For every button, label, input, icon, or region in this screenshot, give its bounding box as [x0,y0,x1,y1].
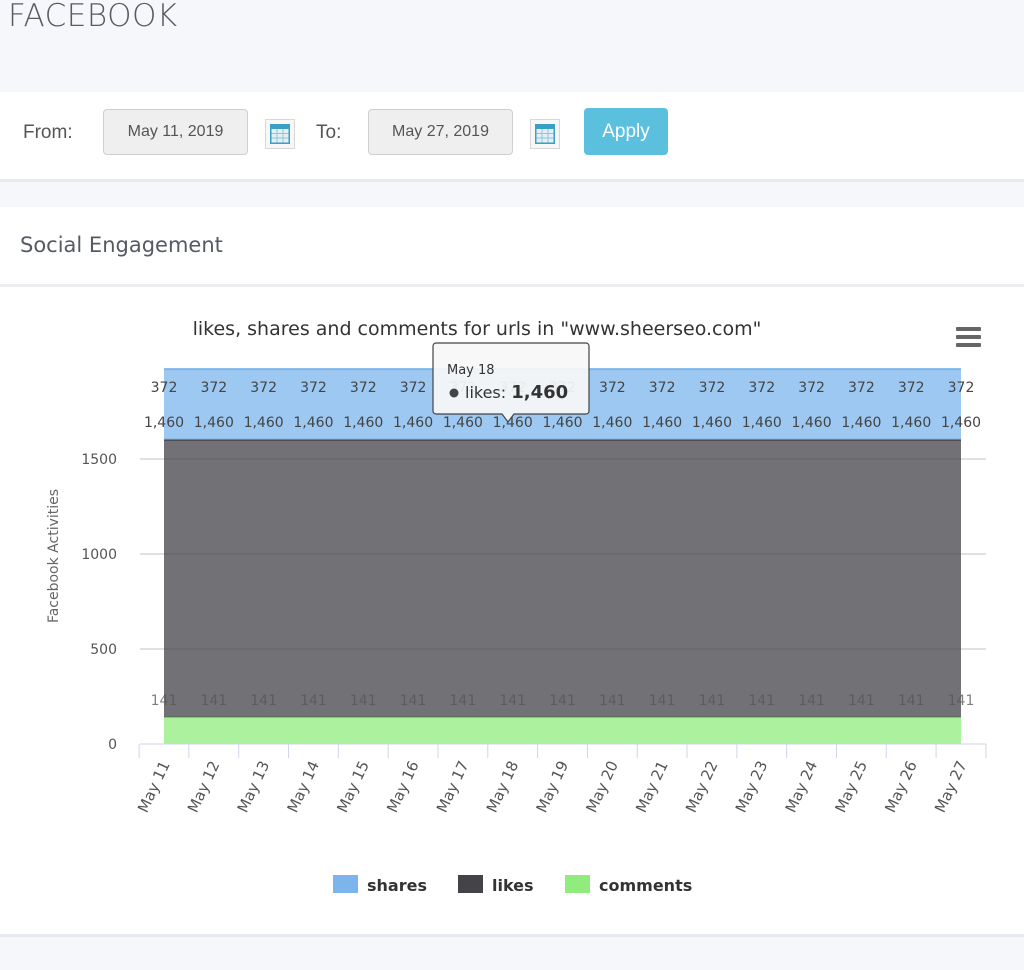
legend-label: shares [367,876,427,895]
x-axis: May 11 May 12 May 13 May 14 May 15 May 16 May … [134,743,987,815]
x-tick-label: May 19 [533,758,573,815]
tooltip-series-marker [449,388,459,398]
y-tick-label: 0 [108,737,117,753]
x-tick-label: May 12 [184,758,224,815]
data-label-comments: 141 [450,693,477,709]
data-label-likes: 1,460 [542,415,582,431]
data-label-comments: 141 [599,693,626,709]
y-axis: 0 500 1000 1500 [81,452,117,753]
data-label-shares: 372 [400,380,427,396]
tooltip-date: May 18 [447,363,495,378]
data-label-likes: 1,460 [393,415,433,431]
data-label-comments: 141 [350,693,377,709]
data-label-comments: 141 [400,693,427,709]
data-label-shares: 372 [798,380,825,396]
x-tick-label: May 11 [134,758,174,815]
data-label-comments: 141 [499,693,526,709]
legend: shares likes comments [333,875,692,895]
chart-title: likes, shares and comments for urls in "… [193,318,762,340]
data-label-comments: 141 [798,693,825,709]
legend-item-likes[interactable]: likes [458,875,534,895]
legend-label: comments [599,876,692,895]
data-label-shares: 372 [848,380,875,396]
data-label-comments: 141 [151,693,178,709]
x-tick-label: May 20 [582,758,622,815]
data-label-likes: 1,460 [144,415,184,431]
data-label-likes: 1,460 [592,415,632,431]
data-label-comments: 141 [699,693,726,709]
data-label-likes: 1,460 [293,415,333,431]
x-tick-label: May 15 [333,758,373,815]
y-tick-label: 1000 [81,547,117,563]
hamburger-menu-icon [956,327,981,347]
data-label-likes: 1,460 [443,415,483,431]
x-tick-label: May 18 [483,758,523,815]
data-label-comments: 141 [848,693,875,709]
data-label-likes: 1,460 [891,415,931,431]
chart-menu-button[interactable] [952,322,984,350]
tooltip: May 18 likes: 1,460 [432,342,590,423]
area-likes[interactable] [164,439,961,718]
y-tick-label: 1500 [81,452,117,468]
legend-label: likes [492,876,534,895]
tooltip-value: 1,460 [511,382,568,403]
data-label-shares: 372 [350,380,377,396]
data-label-shares: 372 [898,380,925,396]
legend-item-comments[interactable]: comments [565,875,692,895]
data-label-likes: 1,460 [692,415,732,431]
data-label-comments: 141 [948,693,975,709]
data-label-comments: 141 [300,693,327,709]
y-axis-title: Facebook Activities [46,489,62,623]
data-label-shares: 372 [300,380,327,396]
data-label-comments: 141 [748,693,775,709]
x-tick-label: May 24 [782,758,822,815]
tooltip-text: likes: 1,460 [465,382,568,403]
data-label-likes: 1,460 [742,415,782,431]
data-label-comments: 141 [549,693,576,709]
data-label-likes: 1,460 [343,415,383,431]
data-label-likes: 1,460 [792,415,832,431]
x-tick-label: May 16 [383,758,423,815]
data-label-comments: 141 [250,693,277,709]
data-label-shares: 372 [748,380,775,396]
data-label-likes: 1,460 [941,415,981,431]
data-label-shares: 372 [699,380,726,396]
data-label-shares: 372 [250,380,277,396]
data-label-shares: 372 [599,380,626,396]
data-label-comments: 141 [649,693,676,709]
data-label-shares: 372 [151,380,178,396]
data-label-shares: 372 [200,380,227,396]
x-tick-label: May 13 [234,758,274,815]
legend-item-shares[interactable]: shares [333,875,427,895]
x-tick-label: May 27 [931,758,971,815]
data-label-likes: 1,460 [841,415,881,431]
data-label-likes: 1,460 [194,415,234,431]
x-tick-label: May 23 [732,758,772,815]
data-label-likes: 1,460 [642,415,682,431]
x-tick-label: May 22 [682,758,722,815]
legend-swatch [565,875,590,893]
stacked-area-chart: likes, shares and comments for urls in "… [46,318,987,895]
data-label-shares: 372 [649,380,676,396]
x-tick-label: May 26 [881,758,921,815]
tooltip-series-label: likes: [465,383,511,402]
x-tick-label: May 21 [632,758,672,815]
x-tick-label: May 25 [831,758,871,815]
legend-swatch [333,875,358,893]
x-tick-label: May 14 [284,758,324,815]
data-label-shares: 372 [948,380,975,396]
area-comments[interactable] [164,717,961,744]
x-tick-label: May 17 [433,758,473,815]
data-label-comments: 141 [898,693,925,709]
data-label-comments: 141 [200,693,227,709]
y-tick-label: 500 [90,642,117,658]
legend-swatch [458,875,483,893]
data-label-likes: 1,460 [244,415,284,431]
data-label-likes: 1,460 [493,415,533,431]
